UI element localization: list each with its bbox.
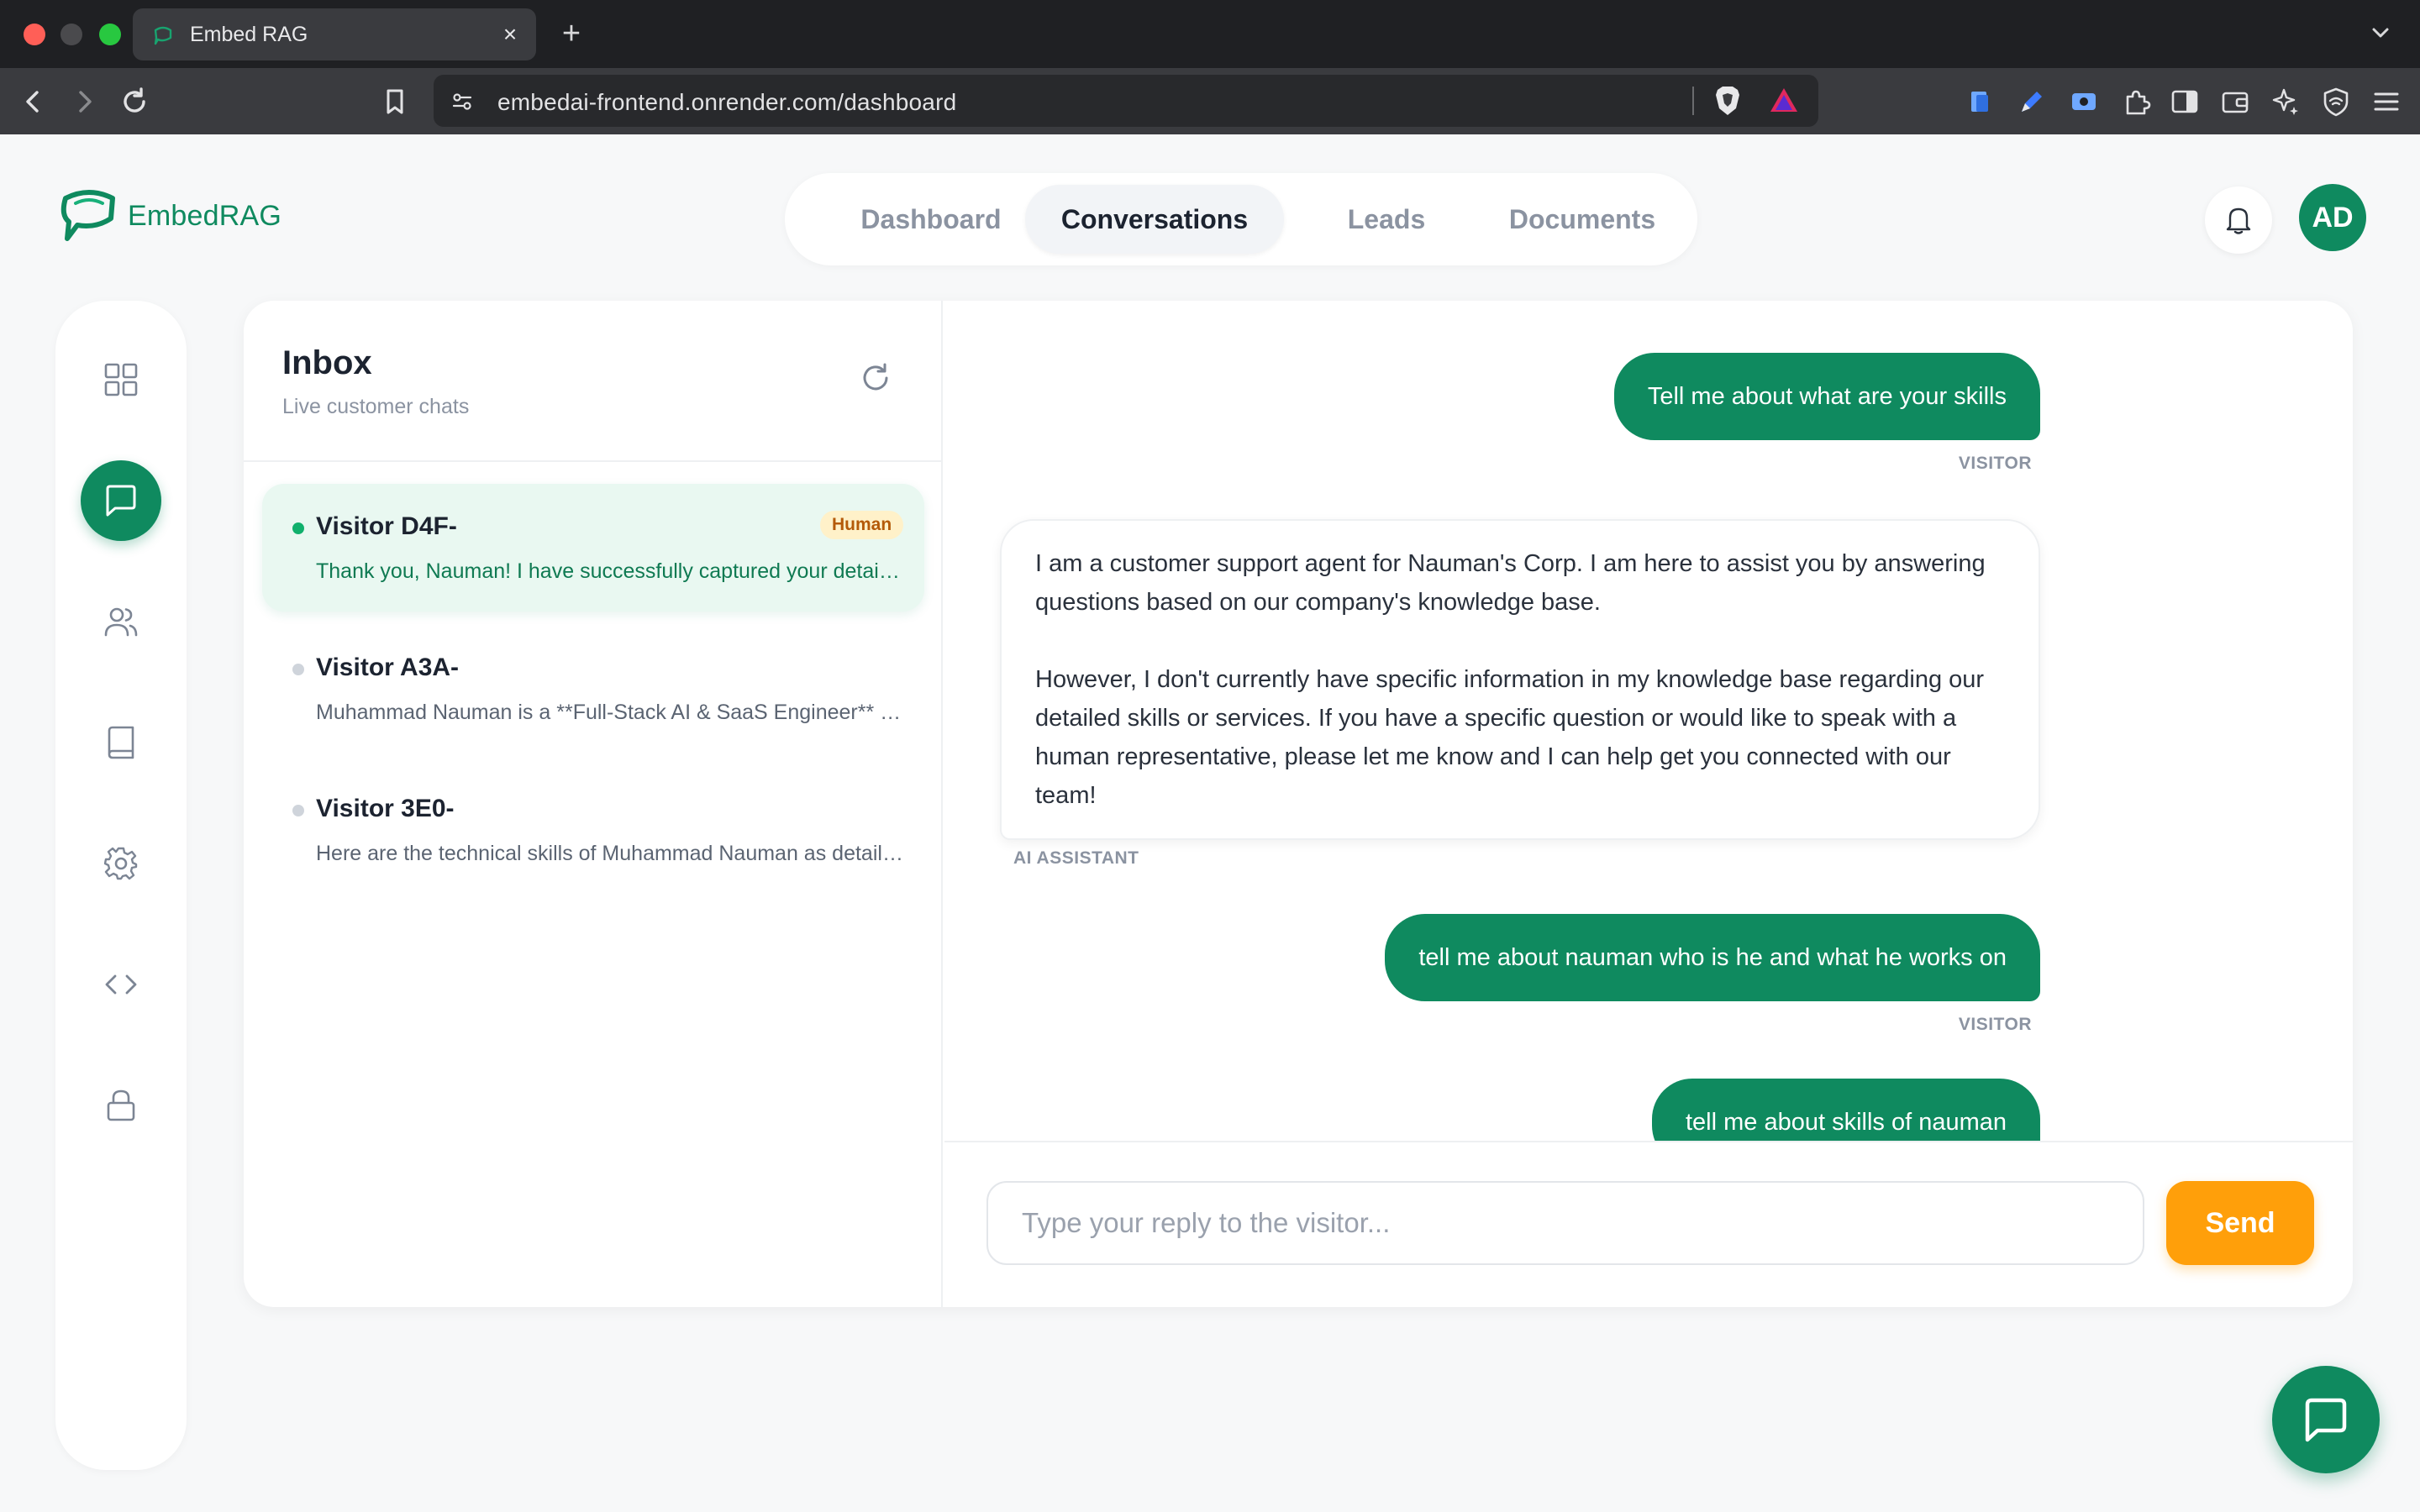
inbox-title: Inbox [282,344,372,381]
sidebar-item-dashboard[interactable] [81,339,161,420]
chat-icon [106,485,136,517]
conversation-item[interactable]: Visitor A3A- Muhammad Nauman is a **Full… [262,625,924,753]
bell-icon [2226,207,2251,234]
bookmark-icon[interactable] [378,85,412,118]
browser-tab-bar: Embed RAG × + [0,0,2420,68]
conversation-preview: Muhammad Nauman is a **Full-Stack AI & S… [316,701,904,724]
visitor-message: tell me about skills of nauman [1651,1079,2040,1141]
menu-icon[interactable] [2370,85,2403,118]
ai-assistant-label: AI ASSISTANT [1013,848,1139,868]
conversation-item[interactable]: Visitor 3E0- Here are the technical skil… [262,766,924,894]
tab-leads[interactable]: Leads [1299,185,1474,254]
chat-thread: Tell me about what are your skills VISIT… [944,301,2353,1307]
human-badge: Human [820,511,904,539]
reply-input[interactable] [986,1181,2144,1265]
conversation-preview: Here are the technical skills of Muhamma… [316,842,904,865]
visitor-label: VISITOR [1958,1015,2032,1034]
visitor-message: Tell me about what are your skills [1613,353,2040,440]
puzzle-icon[interactable] [2119,85,2153,118]
reload-icon[interactable] [118,85,151,118]
inbox-list: Inbox Live customer chats Visitor D4F- H… [244,301,943,1307]
conversation-preview: Thank you, Nauman! I have successfully c… [316,559,904,583]
embedrag-logo-icon[interactable] [55,185,123,245]
book-icon [108,726,134,759]
conversation-name: Visitor 3E0- [316,795,455,822]
inbox-header: Inbox Live customer chats [244,301,943,462]
tab-conversations[interactable]: Conversations [1025,185,1284,254]
gear-icon [104,847,138,880]
visitor-message: tell me about nauman who is he and what … [1385,914,2040,1001]
favicon-icon [154,26,172,45]
extension-screen-recorder-icon[interactable] [2067,85,2101,118]
online-status-dot [292,522,304,534]
extension-pen-icon[interactable] [2015,85,2049,118]
url-divider [1692,87,1694,115]
maximize-window-button[interactable] [99,24,121,45]
forward-icon[interactable] [67,85,101,118]
tab-dashboard[interactable]: Dashboard [818,185,1044,254]
sidebar-item-embed-code[interactable] [81,944,161,1025]
brave-rewards-icon[interactable] [1768,85,1800,117]
minimize-window-button[interactable] [60,24,82,45]
sidebar-toggle-icon[interactable] [2168,85,2202,118]
notifications-button[interactable] [2205,186,2272,254]
tab-close-button[interactable]: × [496,20,524,49]
chat-bubble-icon [2305,1398,2347,1442]
sidebar-item-settings[interactable] [81,823,161,904]
ai-message-paragraph: However, I don't currently have specific… [1035,666,1985,809]
url-text: embedai-frontend.onrender.com/dashboard [497,89,957,115]
brave-shield-icon[interactable] [1712,85,1743,117]
brand-name[interactable]: EmbedRAG [128,200,281,233]
address-bar[interactable]: embedai-frontend.onrender.com/dashboard [434,75,1818,127]
site-settings-icon[interactable] [450,90,474,113]
refresh-icon[interactable] [859,361,892,395]
lock-icon [107,1089,135,1121]
visitor-label: VISITOR [1958,454,2032,473]
browser-toolbar: embedai-frontend.onrender.com/dashboard [0,68,2420,134]
sidebar [55,301,187,1470]
leo-ai-icon[interactable] [2269,85,2302,118]
send-button[interactable]: Send [2166,1181,2314,1265]
chat-widget-button[interactable] [2272,1366,2380,1473]
tab-documents[interactable]: Documents [1487,185,1677,254]
grid-icon [104,363,138,396]
close-window-button[interactable] [24,24,45,45]
ai-message-paragraph: I am a customer support agent for Nauman… [1035,550,1986,616]
message-list[interactable]: Tell me about what are your skills VISIT… [944,301,2353,1141]
status-dot [292,664,304,675]
users-icon [104,607,138,637]
vpn-shield-icon[interactable] [2319,85,2353,118]
sidebar-item-leads[interactable] [81,581,161,662]
chevron-down-icon[interactable] [2366,18,2395,47]
code-icon [105,974,137,995]
new-tab-button[interactable]: + [555,15,588,52]
tab-title: Embed RAG [190,23,308,46]
back-icon[interactable] [17,85,50,118]
status-dot [292,805,304,816]
sidebar-item-conversations[interactable] [81,460,161,541]
conversation-name: Visitor D4F- [316,512,457,540]
top-navigation: Dashboard Conversations Leads Documents [785,173,1697,265]
app-root: EmbedRAG Dashboard Conversations Leads D… [0,134,2420,1512]
ai-message: I am a customer support agent for Nauman… [1000,519,2040,840]
wallet-icon[interactable] [2218,85,2252,118]
sidebar-item-security[interactable] [81,1065,161,1146]
conversation-item[interactable]: Visitor D4F- Human Thank you, Nauman! I … [262,484,924,612]
inbox-subtitle: Live customer chats [282,395,470,418]
reply-composer: Send [944,1141,2353,1307]
user-avatar[interactable]: AD [2299,184,2366,251]
browser-tab[interactable]: Embed RAG × [133,8,536,60]
conversations-panel: Inbox Live customer chats Visitor D4F- H… [244,301,2353,1307]
sidebar-item-documents[interactable] [81,702,161,783]
conversation-name: Visitor A3A- [316,654,460,681]
extension-docs-icon[interactable] [1963,85,1996,118]
